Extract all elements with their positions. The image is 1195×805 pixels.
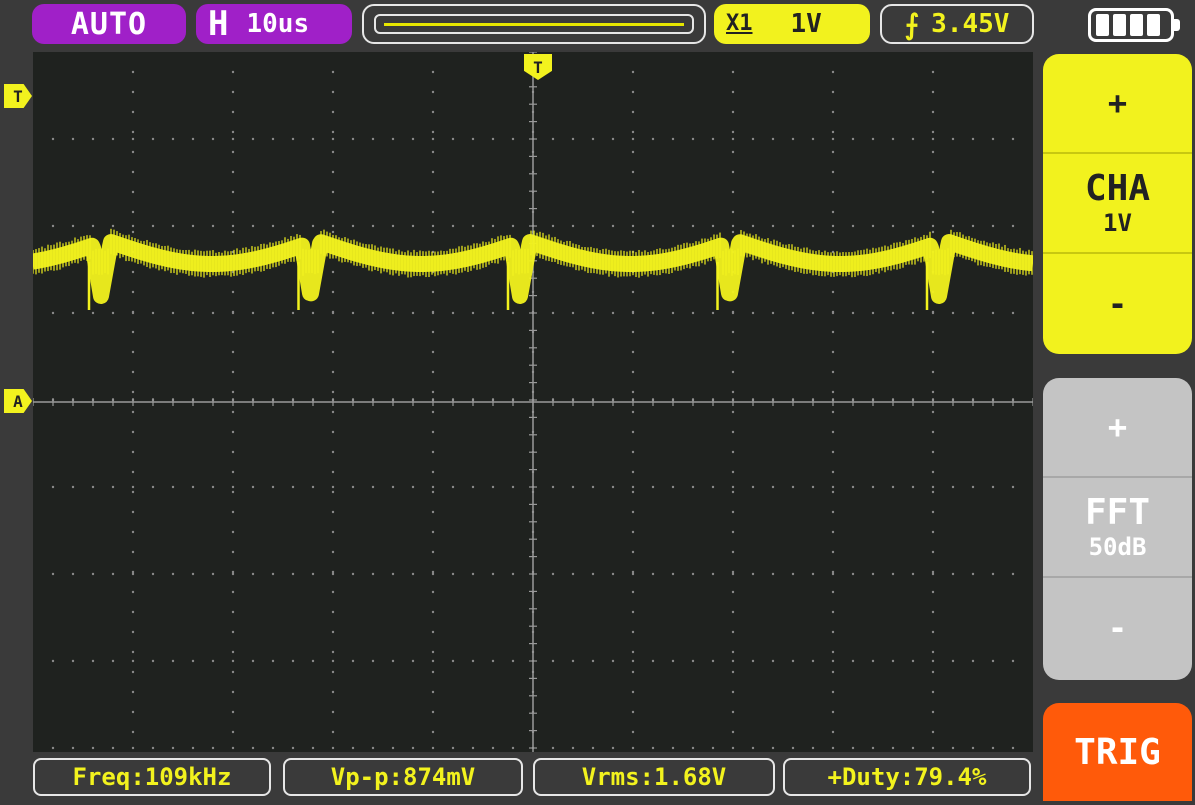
frequency-measurement: Freq:109kHz	[33, 758, 271, 796]
rising-edge-icon: ⨍	[905, 8, 920, 41]
mode-label: AUTO	[71, 7, 147, 42]
graticule	[33, 52, 1033, 752]
waveform-display[interactable]	[33, 52, 1033, 752]
timebase-value: 10us	[246, 9, 309, 39]
memory-position-bar[interactable]	[362, 4, 706, 44]
timebase-letter: H	[208, 4, 228, 44]
battery-icon	[1088, 8, 1174, 42]
fft-increase-button[interactable]: +	[1043, 378, 1192, 478]
fft-control: + FFT 50dB -	[1043, 378, 1192, 680]
memory-window-indicator	[374, 14, 694, 34]
trigger-level-marker[interactable]: T	[4, 84, 32, 108]
trigger-level-value: 3.45V	[931, 9, 1009, 39]
acquisition-mode-button[interactable]: AUTO	[32, 4, 186, 44]
channel-scale-value: 1V	[791, 9, 822, 39]
channel-a-control: + CHA 1V -	[1043, 54, 1192, 354]
channel-a-offset-marker[interactable]: A	[4, 389, 32, 413]
trigger-info-button[interactable]: ⨍ 3.45V	[880, 4, 1034, 44]
vpp-measurement: Vp-p:874mV	[283, 758, 523, 796]
probe-multiplier-icon: X1	[726, 13, 753, 35]
status-bar: AUTO H 10us X1 1V ⨍ 3.45V	[0, 0, 1195, 52]
channel-info-button[interactable]: X1 1V	[714, 4, 870, 44]
fft-decrease-button[interactable]: -	[1043, 578, 1192, 678]
duty-measurement: +Duty:79.4%	[783, 758, 1031, 796]
timebase-button[interactable]: H 10us	[196, 4, 352, 44]
vrms-measurement: Vrms:1.68V	[533, 758, 775, 796]
cha-select-button[interactable]: CHA 1V	[1043, 154, 1192, 254]
cha-increase-button[interactable]: +	[1043, 54, 1192, 154]
fft-select-button[interactable]: FFT 50dB	[1043, 478, 1192, 578]
trigger-button[interactable]: TRIG	[1043, 703, 1192, 801]
cha-decrease-button[interactable]: -	[1043, 254, 1192, 354]
